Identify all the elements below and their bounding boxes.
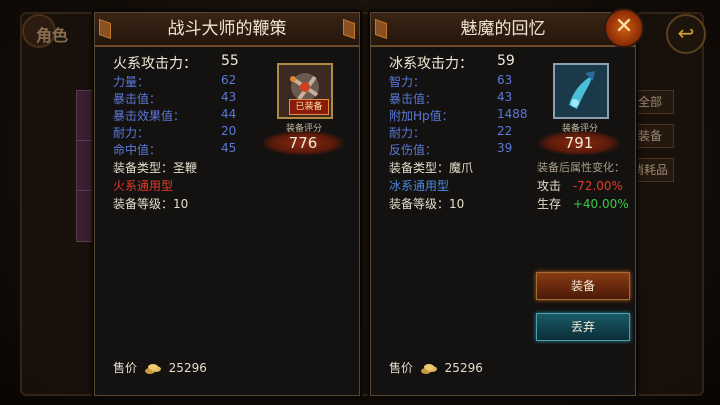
attack-value: 59	[497, 53, 515, 69]
stat-row: 暴击值： 43	[113, 90, 253, 107]
background-slot	[76, 90, 96, 142]
stat-row: 耐力： 22	[389, 124, 529, 141]
item-name: 战斗大师的鞭策	[95, 13, 359, 47]
claw-icon	[555, 65, 607, 117]
attribute-change-title: 装备后属性变化：	[537, 161, 625, 174]
stat-label: 耐力：	[389, 126, 426, 140]
stat-value: 44	[221, 107, 237, 121]
stat-label: 附加Hp值：	[389, 109, 454, 123]
attack-stat: 火系攻击力： 55	[113, 53, 253, 73]
stat-label: 耐力：	[113, 126, 150, 140]
stat-label: 暴击值：	[113, 92, 162, 106]
equipped-item-panel: 战斗大师的鞭策 火系攻击力： 55 力量： 62 暴击值： 43 暴击效果值： …	[94, 12, 360, 396]
price-label: 售价	[113, 361, 138, 375]
stat-label: 命中值：	[113, 143, 162, 157]
stat-row: 智力： 63	[389, 73, 529, 90]
item-class: 冰系通用型	[389, 179, 450, 193]
stat-row: 反伤值： 39	[389, 141, 529, 158]
price-label: 售价	[389, 361, 414, 375]
close-button[interactable]: ✕	[604, 8, 644, 48]
item-class: 火系通用型	[113, 179, 174, 193]
attribute-change-row: 攻击 -72.00%	[537, 177, 623, 194]
stat-value: 62	[221, 73, 237, 87]
back-button[interactable]: ↩	[666, 14, 706, 54]
item-level: 装备等级：10	[113, 197, 189, 211]
price-value: 25296	[168, 361, 207, 375]
stat-label: 暴击值：	[389, 92, 438, 106]
attribute-change-row: 生存 +40.00%	[537, 195, 629, 212]
item-name: 魅魔的回忆	[371, 13, 635, 47]
gold-coin-icon	[144, 363, 161, 374]
whip-item-icon: 已装备	[277, 63, 333, 119]
stat-value: 39	[497, 141, 513, 155]
attack-label: 冰系攻击力：	[389, 56, 473, 72]
change-value-positive: +40.00%	[572, 197, 629, 211]
change-label: 生存	[537, 197, 562, 211]
score-value: 791	[539, 131, 619, 155]
stat-value: 1488	[497, 107, 528, 121]
stat-value: 22	[497, 124, 513, 138]
item-type: 装备类型：圣鞭	[113, 161, 198, 175]
background-slot	[76, 190, 96, 242]
score-value: 776	[263, 131, 343, 155]
gold-coin-icon	[420, 363, 437, 374]
stat-value: 43	[497, 90, 513, 104]
stat-value: 45	[221, 141, 237, 155]
background-title: 角色	[36, 26, 69, 45]
stat-row: 耐力： 20	[113, 124, 253, 141]
attack-stat: 冰系攻击力： 59	[389, 53, 529, 73]
claw-item-icon	[553, 63, 609, 119]
attack-value: 55	[221, 53, 239, 69]
stat-row: 暴击值： 43	[389, 90, 529, 107]
stat-row: 力量： 62	[113, 73, 253, 90]
stat-row: 暴击效果值： 44	[113, 107, 253, 124]
stat-row: 附加Hp值： 1488	[389, 107, 529, 124]
stat-label: 反伤值：	[389, 143, 438, 157]
stat-label: 力量：	[113, 75, 150, 89]
discard-button[interactable]: 丢弃	[536, 313, 630, 341]
stat-value: 63	[497, 73, 513, 87]
price-value: 25296	[444, 361, 483, 375]
stat-value: 20	[221, 124, 237, 138]
close-icon: ✕	[614, 14, 634, 39]
stat-label: 暴击效果值：	[113, 109, 186, 123]
equipped-badge: 已装备	[289, 99, 329, 115]
stat-label: 智力：	[389, 75, 426, 89]
stat-value: 43	[221, 90, 237, 104]
background-slot	[76, 140, 96, 192]
change-value-negative: -72.00%	[572, 179, 623, 193]
item-type: 装备类型：魔爪	[389, 161, 474, 175]
stat-row: 命中值： 45	[113, 141, 253, 158]
price-row: 售价 25296	[113, 359, 207, 376]
price-row: 售价 25296	[389, 359, 483, 376]
change-label: 攻击	[537, 179, 562, 193]
equip-button[interactable]: 装备	[536, 272, 630, 300]
item-level: 装备等级：10	[389, 197, 465, 211]
attack-label: 火系攻击力：	[113, 56, 197, 72]
